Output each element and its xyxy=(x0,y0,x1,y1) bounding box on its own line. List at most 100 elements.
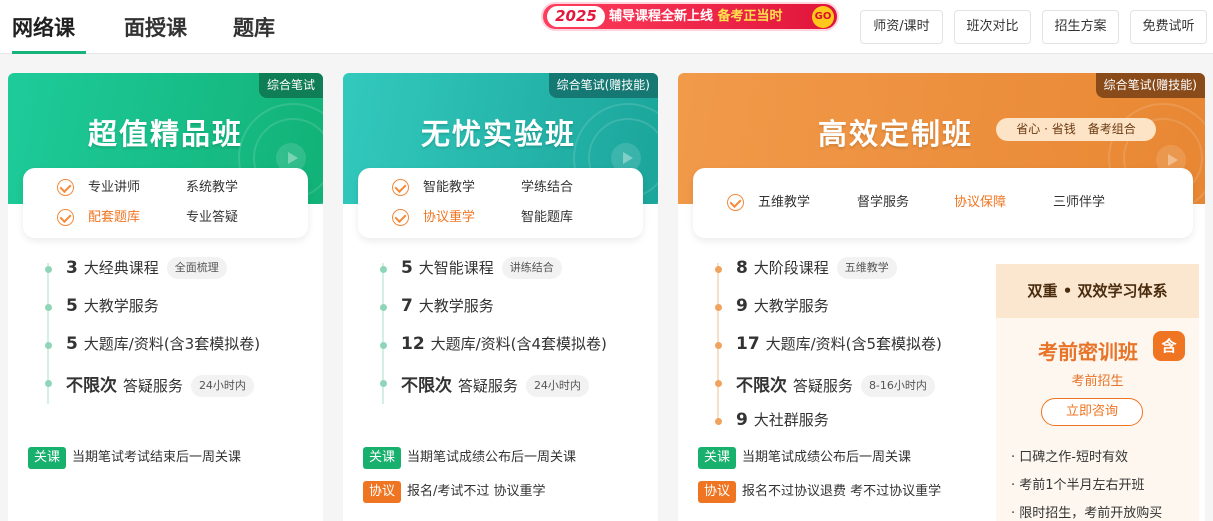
compare-button[interactable]: 班次对比 xyxy=(954,10,1031,44)
feature-item: 智能教学 xyxy=(423,180,476,195)
item-tag: 讲练结合 xyxy=(501,257,562,279)
item-text: 大阶段课程 xyxy=(753,259,829,277)
bullet-dot xyxy=(45,304,52,311)
consult-button[interactable]: 立即咨询 xyxy=(1041,398,1143,426)
card-corner-tag: 综合笔试(赠技能) xyxy=(548,73,658,98)
item-text: 答疑服务 xyxy=(792,377,853,395)
item-text: 大教学服务 xyxy=(418,297,494,315)
promo-text: 辅导课程全新上线 备考正当时 xyxy=(609,4,783,29)
item-number: 5 xyxy=(66,296,78,316)
item-text: 大教学服务 xyxy=(753,297,829,315)
bullet-dot xyxy=(45,342,52,349)
panel-bullet: · 限时招生，考前开放购买 xyxy=(1011,506,1163,521)
top-nav: 网络课 面授课 题库 2025 辅导课程全新上线 备考正当时 GO 师资/课时 … xyxy=(0,0,1213,54)
bullet-dot xyxy=(715,304,722,311)
enroll-plan-button[interactable]: 招生方案 xyxy=(1042,10,1119,44)
panel-heading: 双重 • 双效学习体系 xyxy=(996,264,1199,318)
note-text: 当期笔试成绩公布后一周关课 xyxy=(407,450,577,465)
note-row: 关课 当期笔试成绩公布后一周关课 xyxy=(363,447,576,469)
feature-item: 智能题库 xyxy=(521,210,574,225)
promo-banner[interactable]: 2025 辅导课程全新上线 备考正当时 GO xyxy=(541,2,839,31)
free-trial-button[interactable]: 免费试听 xyxy=(1130,10,1207,44)
slogan-pill: 省心 · 省钱 备考组合 xyxy=(996,118,1156,141)
feature-item: 学练结合 xyxy=(521,180,574,195)
check-icon xyxy=(392,209,409,226)
note-text: 报名/考试不过 协议重学 xyxy=(407,484,546,499)
check-icon xyxy=(57,209,74,226)
intensive-panel: 双重 • 双效学习体系 考前密训班 含 考前招生 立即咨询 · 口碑之作-短时有… xyxy=(996,264,1199,521)
bullet-dot xyxy=(380,380,387,387)
item-tag: 全面梳理 xyxy=(166,257,227,279)
bullet-dot xyxy=(380,304,387,311)
feature-item: 协议重学 xyxy=(423,210,476,225)
item-text: 大题库/资料(含3套模拟卷) xyxy=(83,335,261,353)
item-tag: 五维教学 xyxy=(836,257,897,279)
panel-bullet: · 口碑之作-短时有效 xyxy=(1011,450,1128,465)
card-title: 无忧实验班 xyxy=(421,117,577,151)
tab-online-course[interactable]: 网络课 xyxy=(12,12,86,54)
card-title: 超值精品班 xyxy=(88,117,244,151)
close-badge: 关课 xyxy=(28,447,67,469)
feature-box: 专业讲师 系统教学 配套题库 专业答疑 xyxy=(23,168,308,238)
item-number: 17 xyxy=(736,334,760,354)
bullet-dot xyxy=(380,266,387,273)
item-number: 7 xyxy=(401,296,413,316)
promo-text-a: 辅导课程全新上线 xyxy=(609,9,714,24)
item-number: 5 xyxy=(66,334,78,354)
item-number: 5 xyxy=(401,258,413,278)
promo-year: 2025 xyxy=(547,6,605,27)
item-number: 3 xyxy=(66,258,78,278)
feature-item: 配套题库 xyxy=(88,210,141,225)
item-text: 大智能课程 xyxy=(418,259,494,277)
item-number: 不限次 xyxy=(401,376,452,396)
item-tag: 24小时内 xyxy=(525,375,589,397)
check-icon xyxy=(392,179,409,196)
close-badge: 关课 xyxy=(363,447,402,469)
feature-item: 系统教学 xyxy=(186,180,239,195)
include-badge: 含 xyxy=(1153,331,1185,361)
course-card-custom: 综合笔试(赠技能) 高效定制班 省心 · 省钱 备考组合 五维教学 督学服务 协… xyxy=(678,73,1205,521)
item-number: 9 xyxy=(736,296,748,316)
panel-bullet: · 考前1个半月左右开班 xyxy=(1011,478,1145,493)
note-row: 关课 当期笔试考试结束后一周关课 xyxy=(28,447,241,469)
item-tag: 24小时内 xyxy=(190,375,254,397)
item-text: 答疑服务 xyxy=(122,377,183,395)
tab-face-course[interactable]: 面授课 xyxy=(124,12,187,54)
promo-text-b: 备考正当时 xyxy=(717,9,783,24)
item-number: 不限次 xyxy=(736,376,787,396)
note-text: 当期笔试考试结束后一周关课 xyxy=(72,450,242,465)
promo-go-icon: GO xyxy=(812,6,834,28)
tab-question-bank[interactable]: 题库 xyxy=(233,12,275,54)
agreement-badge: 协议 xyxy=(698,481,737,503)
check-icon xyxy=(57,179,74,196)
bullet-dot xyxy=(715,266,722,273)
check-icon xyxy=(727,194,744,211)
bullet-dot xyxy=(45,266,52,273)
panel-title: 考前密训班 xyxy=(1038,340,1138,364)
card-corner-tag: 综合笔试 xyxy=(258,73,323,98)
note-text: 当期笔试成绩公布后一周关课 xyxy=(742,450,912,465)
feature-item: 三师伴学 xyxy=(1053,195,1106,210)
item-text: 答疑服务 xyxy=(457,377,518,395)
item-text: 大社群服务 xyxy=(753,411,829,429)
item-text: 大题库/资料(含5套模拟卷) xyxy=(765,335,942,353)
course-card-worryfree: 综合笔试(赠技能) 无忧实验班 智能教学 学练结合 协议重学 智能题库 5 大智… xyxy=(343,73,658,521)
panel-subtitle: 考前招生 xyxy=(1071,374,1124,389)
bullet-dot xyxy=(715,342,722,349)
bullet-dot xyxy=(715,418,722,425)
feature-item: 督学服务 xyxy=(857,195,910,210)
course-card-premium: 综合笔试 超值精品班 专业讲师 系统教学 配套题库 专业答疑 3 大经典课程 全面… xyxy=(8,73,323,521)
card-title: 高效定制班 xyxy=(818,117,974,151)
item-number: 8 xyxy=(736,258,748,278)
feature-item: 专业答疑 xyxy=(186,210,239,225)
agreement-badge: 协议 xyxy=(363,481,402,503)
item-tag: 8-16小时内 xyxy=(860,375,935,397)
item-number: 12 xyxy=(401,334,425,354)
feature-box: 智能教学 学练结合 协议重学 智能题库 xyxy=(358,168,643,238)
bullet-dot xyxy=(715,380,722,387)
item-text: 大经典课程 xyxy=(83,259,159,277)
item-text: 大教学服务 xyxy=(83,297,159,315)
teachers-button[interactable]: 师资/课时 xyxy=(860,10,943,44)
close-badge: 关课 xyxy=(698,447,737,469)
feature-item: 专业讲师 xyxy=(88,180,141,195)
